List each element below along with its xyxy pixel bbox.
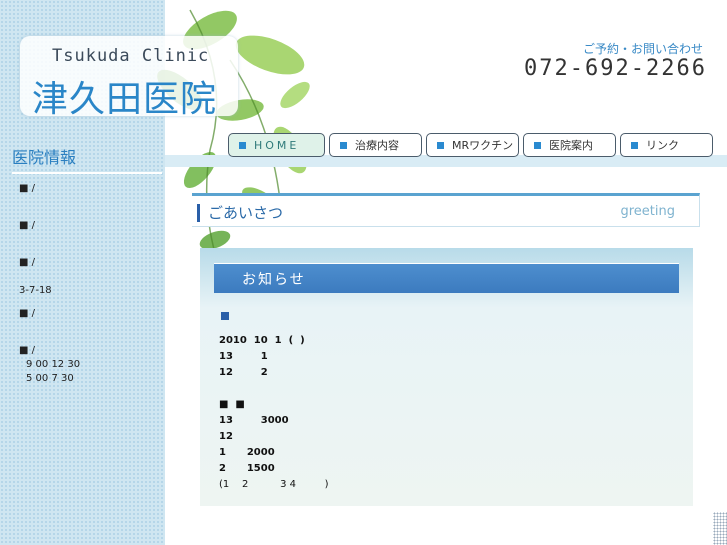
contact-label: ご予約・お問い合わせ bbox=[582, 42, 703, 56]
nav-bullet-icon bbox=[239, 141, 246, 149]
greeting-accent-bar bbox=[197, 204, 200, 222]
greeting-subtitle: greeting bbox=[620, 204, 675, 219]
nav-clinic-info[interactable]: 医院案内 bbox=[523, 133, 616, 157]
notice-line: (1 2 3 4 ) bbox=[219, 479, 329, 490]
nav-label: 治療内容 bbox=[355, 139, 399, 152]
nav-label: MRワクチン bbox=[452, 139, 514, 152]
phone-number: 072-692-2266 bbox=[524, 56, 707, 81]
notice-line: 13 1 bbox=[219, 351, 268, 362]
nav-treatment[interactable]: 治療内容 bbox=[329, 133, 422, 157]
sidebar-title: 医院情報 bbox=[12, 144, 162, 174]
notice-line: 2 1500 bbox=[219, 463, 275, 474]
nav-label: リンク bbox=[646, 139, 679, 152]
nav-bullet-icon bbox=[534, 141, 541, 149]
nav-links[interactable]: リンク bbox=[620, 133, 713, 157]
sidebar-item: ■ / bbox=[19, 345, 35, 356]
notice-line: ■ ■ bbox=[219, 399, 245, 410]
notice-line: 13 3000 bbox=[219, 415, 289, 426]
sidebar-item: ■ / bbox=[19, 220, 35, 231]
notice-bullet-icon bbox=[221, 312, 229, 320]
nav-bullet-icon bbox=[437, 141, 444, 149]
logo-japanese: 津久田医院 bbox=[32, 79, 218, 120]
notice-line: 12 bbox=[219, 431, 233, 442]
sidebar-item: ■ / bbox=[19, 257, 35, 268]
nav-mr-vaccine[interactable]: MRワクチン bbox=[426, 133, 519, 157]
notice-line: 12 2 bbox=[219, 367, 268, 378]
nav-label: 医院案内 bbox=[549, 139, 593, 152]
notice-header: お知らせ bbox=[214, 263, 679, 293]
logo-english: Tsukuda Clinic bbox=[52, 46, 210, 66]
notice-line: 2010 10 1 ( ) bbox=[219, 335, 305, 346]
sidebar-item: ■ / bbox=[19, 183, 35, 194]
sidebar-hours-evening: 5 00 7 30 bbox=[26, 373, 74, 384]
nav-home[interactable]: HOME bbox=[228, 133, 325, 157]
greeting-header: ごあいさつ greeting bbox=[192, 193, 700, 227]
notice-title: お知らせ bbox=[242, 272, 306, 288]
sidebar-hours-morning: 9 00 12 30 bbox=[26, 359, 81, 370]
greeting-title: ごあいさつ bbox=[208, 204, 284, 222]
nav-label: HOME bbox=[254, 138, 300, 152]
nav-bullet-icon bbox=[340, 141, 347, 149]
scroll-handle[interactable] bbox=[713, 512, 727, 545]
nav-bullet-icon bbox=[631, 141, 638, 149]
notice-line: 1 2000 bbox=[219, 447, 275, 458]
sidebar-item: ■ / bbox=[19, 308, 35, 319]
sidebar-address: 3-7-18 bbox=[19, 285, 52, 296]
